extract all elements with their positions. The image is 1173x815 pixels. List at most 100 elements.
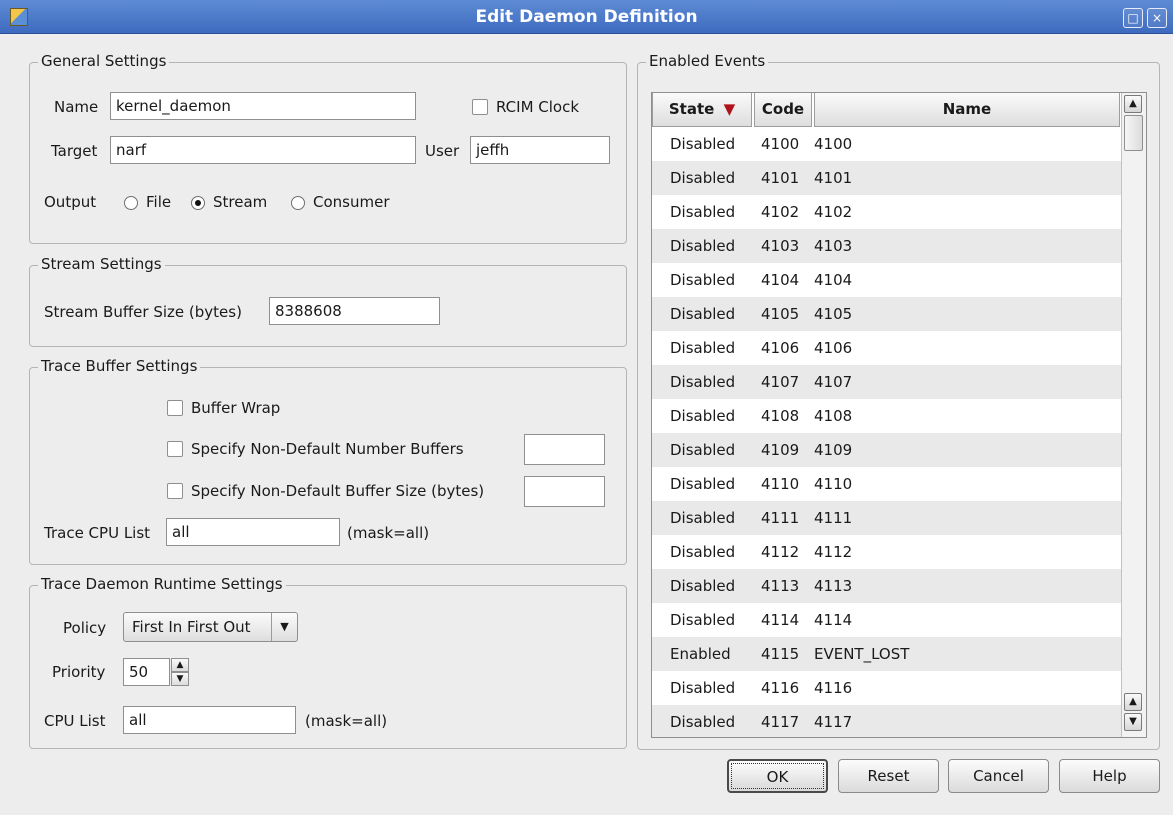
name-field[interactable]: kernel_daemon bbox=[110, 92, 416, 120]
scroll-down-icon[interactable]: ▼ bbox=[1124, 713, 1142, 731]
buffer-size-checkbox[interactable] bbox=[167, 483, 183, 499]
cell-state: Disabled bbox=[670, 305, 736, 323]
cell-name: 4107 bbox=[814, 373, 853, 391]
table-row[interactable]: Disabled 4106 4106 bbox=[652, 331, 1122, 365]
cell-name: 4108 bbox=[814, 407, 853, 425]
buffer-size-label: Specify Non-Default Buffer Size (bytes) bbox=[191, 482, 485, 500]
policy-value: First In First Out bbox=[132, 618, 251, 636]
help-button[interactable]: Help bbox=[1059, 759, 1160, 793]
user-field[interactable]: jeffh bbox=[470, 136, 610, 164]
cell-code: 4114 bbox=[761, 611, 800, 629]
column-header-name[interactable]: Name bbox=[814, 93, 1120, 127]
cell-code: 4106 bbox=[761, 339, 800, 357]
close-button[interactable]: × bbox=[1147, 8, 1167, 28]
cell-code: 4113 bbox=[761, 577, 800, 595]
table-row[interactable]: Disabled 4102 4102 bbox=[652, 195, 1122, 229]
scroll-up-icon[interactable]: ▲ bbox=[1124, 95, 1142, 113]
column-header-state[interactable]: State ▼ bbox=[652, 93, 752, 127]
cell-state: Disabled bbox=[670, 441, 736, 459]
name-label: Name bbox=[54, 98, 99, 116]
table-row[interactable]: Enabled 4115 EVENT_LOST bbox=[652, 637, 1122, 671]
cancel-button[interactable]: Cancel bbox=[948, 759, 1049, 793]
cell-state: Disabled bbox=[670, 679, 736, 697]
cell-name: 4100 bbox=[814, 135, 853, 153]
table-row[interactable]: Disabled 4109 4109 bbox=[652, 433, 1122, 467]
cell-state: Disabled bbox=[670, 611, 736, 629]
cell-name: EVENT_LOST bbox=[814, 645, 910, 663]
general-settings-label: General Settings bbox=[38, 52, 170, 70]
table-row[interactable]: Disabled 4103 4103 bbox=[652, 229, 1122, 263]
output-stream-radio[interactable] bbox=[191, 196, 205, 210]
stream-buffer-size-field[interactable]: 8388608 bbox=[269, 297, 440, 325]
output-file-label: File bbox=[146, 193, 172, 211]
output-file-radio[interactable] bbox=[124, 196, 138, 210]
target-field[interactable]: narf bbox=[110, 136, 416, 164]
buffer-wrap-checkbox[interactable] bbox=[167, 400, 183, 416]
priority-field[interactable]: 50 bbox=[123, 658, 170, 686]
cell-state: Disabled bbox=[670, 203, 736, 221]
cell-name: 4103 bbox=[814, 237, 853, 255]
buffer-size-field[interactable] bbox=[524, 476, 605, 507]
user-label: User bbox=[425, 142, 460, 160]
cell-state: Disabled bbox=[670, 135, 736, 153]
reset-button[interactable]: Reset bbox=[838, 759, 939, 793]
rcim-clock-checkbox[interactable] bbox=[472, 99, 488, 115]
policy-label: Policy bbox=[63, 619, 107, 637]
cell-state: Disabled bbox=[670, 373, 736, 391]
chevron-down-icon: ▼ bbox=[271, 613, 297, 641]
cell-name: 4113 bbox=[814, 577, 853, 595]
events-table[interactable]: State ▼ Code Name Disabled 4100 4100 Disab… bbox=[651, 92, 1147, 738]
table-row[interactable]: Disabled 4100 4100 bbox=[652, 127, 1122, 161]
cell-state: Disabled bbox=[670, 169, 736, 187]
table-row[interactable]: Disabled 4104 4104 bbox=[652, 263, 1122, 297]
table-row[interactable]: Disabled 4108 4108 bbox=[652, 399, 1122, 433]
column-label-state: State bbox=[668, 100, 715, 118]
cell-state: Disabled bbox=[670, 713, 736, 731]
column-header-code[interactable]: Code bbox=[754, 93, 812, 127]
cell-name: 4116 bbox=[814, 679, 853, 697]
stream-settings-label: Stream Settings bbox=[38, 255, 165, 273]
trace-cpu-list-field[interactable]: all bbox=[166, 518, 340, 546]
cell-state: Disabled bbox=[670, 577, 736, 595]
num-buffers-field[interactable] bbox=[524, 434, 605, 465]
table-scrollbar[interactable]: ▲ ▲ ▼ bbox=[1121, 93, 1146, 737]
maximize-button[interactable]: □ bbox=[1123, 8, 1143, 28]
enabled-events-label: Enabled Events bbox=[646, 52, 769, 70]
table-row[interactable]: Disabled 4105 4105 bbox=[652, 297, 1122, 331]
cell-code: 4116 bbox=[761, 679, 800, 697]
num-buffers-checkbox[interactable] bbox=[167, 441, 183, 457]
policy-dropdown[interactable]: First In First Out ▼ bbox=[123, 612, 298, 642]
table-row[interactable]: Disabled 4110 4110 bbox=[652, 467, 1122, 501]
table-row[interactable]: Disabled 4114 4114 bbox=[652, 603, 1122, 637]
spin-up-icon[interactable]: ▲ bbox=[171, 658, 189, 672]
table-row[interactable]: Disabled 4116 4116 bbox=[652, 671, 1122, 705]
table-row[interactable]: Disabled 4113 4113 bbox=[652, 569, 1122, 603]
scroll-up-icon[interactable]: ▲ bbox=[1124, 693, 1142, 711]
cpu-mask: (mask=all) bbox=[305, 712, 388, 730]
cell-code: 4117 bbox=[761, 713, 800, 731]
spin-down-icon[interactable]: ▼ bbox=[171, 672, 189, 686]
cell-name: 4101 bbox=[814, 169, 853, 187]
cell-state: Disabled bbox=[670, 407, 736, 425]
sort-desc-icon: ▼ bbox=[723, 100, 736, 118]
output-stream-label: Stream bbox=[213, 193, 268, 211]
cpu-list-field[interactable]: all bbox=[123, 706, 296, 734]
cell-code: 4112 bbox=[761, 543, 800, 561]
table-row[interactable]: Disabled 4101 4101 bbox=[652, 161, 1122, 195]
cell-code: 4100 bbox=[761, 135, 800, 153]
table-row[interactable]: Disabled 4117 4117 bbox=[652, 705, 1122, 737]
scroll-thumb[interactable] bbox=[1124, 115, 1143, 151]
buffer-wrap-label: Buffer Wrap bbox=[191, 399, 281, 417]
output-label: Output bbox=[44, 193, 97, 211]
window-title: Edit Daemon Definition bbox=[475, 7, 698, 27]
table-row[interactable]: Disabled 4111 4111 bbox=[652, 501, 1122, 535]
table-row[interactable]: Disabled 4107 4107 bbox=[652, 365, 1122, 399]
ok-button[interactable]: OK bbox=[727, 759, 828, 793]
output-consumer-radio[interactable] bbox=[291, 196, 305, 210]
cell-code: 4101 bbox=[761, 169, 800, 187]
cell-name: 4104 bbox=[814, 271, 853, 289]
stream-buffer-size-label: Stream Buffer Size (bytes) bbox=[44, 303, 242, 321]
cell-name: 4110 bbox=[814, 475, 853, 493]
cell-name: 4102 bbox=[814, 203, 853, 221]
table-row[interactable]: Disabled 4112 4112 bbox=[652, 535, 1122, 569]
